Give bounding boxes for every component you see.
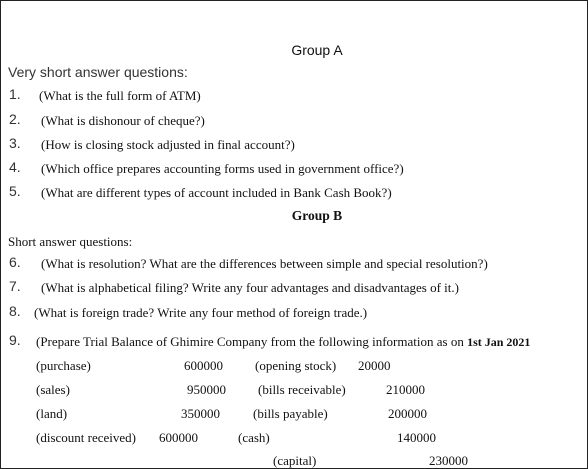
trial-balance-label: (discount received)	[36, 430, 136, 445]
question-date: 1st Jan 2021	[467, 335, 531, 349]
question-text: (How is closing stock adjusted in final …	[41, 137, 295, 152]
group-a-subtitle: Very short answer questions:	[8, 64, 188, 80]
trial-balance-label: (bills payable)	[253, 406, 328, 421]
trial-balance-value: 600000	[159, 430, 198, 445]
question-number: 7.	[9, 278, 21, 294]
question-text: (Which office prepares accounting forms …	[41, 161, 404, 176]
trial-balance-label: (cash)	[238, 430, 270, 445]
trial-balance-value: 600000	[184, 358, 223, 373]
question-number: 8.	[9, 303, 21, 319]
question-number: 6.	[9, 254, 21, 270]
question-number: 3.	[9, 135, 21, 151]
question-text: (What is the full form of ATM)	[39, 88, 201, 103]
question-text: (What are different types of account inc…	[41, 185, 392, 200]
question-number: 5.	[9, 183, 21, 199]
question-text-main: (Prepare Trial Balance of Ghimire Compan…	[36, 334, 468, 349]
question-number: 9.	[9, 332, 21, 348]
question-text: (What is alphabetical filing? Write any …	[41, 280, 459, 295]
group-b-title: Group B	[291, 208, 343, 223]
trial-balance-label: (capital)	[273, 453, 317, 468]
trial-balance-label: (purchase)	[36, 358, 91, 373]
trial-balance-value: 200000	[388, 406, 427, 421]
trial-balance-value: 20000	[358, 358, 391, 373]
trial-balance-label: (bills receivable)	[258, 382, 346, 397]
trial-balance-value: 140000	[397, 430, 436, 445]
group-b-subtitle: Short answer questions:	[8, 234, 133, 249]
question-text: (What is foreign trade? Write any four m…	[34, 305, 368, 320]
trial-balance-value: 210000	[386, 382, 425, 397]
question-text: (What is dishonour of cheque?)	[41, 113, 205, 128]
trial-balance-label: (opening stock)	[255, 358, 337, 373]
trial-balance-label: (sales)	[36, 382, 70, 397]
trial-balance-value: 950000	[187, 382, 226, 397]
question-number: 1.	[9, 86, 21, 102]
document-frame: Group A Very short answer questions: 1. …	[0, 0, 588, 469]
trial-balance-value: 230000	[429, 453, 468, 468]
question-text: (Prepare Trial Balance of Ghimire Compan…	[36, 334, 530, 350]
trial-balance-label: (land)	[36, 406, 68, 421]
group-a-title: Group A	[291, 42, 343, 58]
question-number: 2.	[9, 111, 21, 127]
question-number: 4.	[9, 159, 21, 175]
question-text: (What is resolution? What are the differ…	[41, 256, 488, 271]
trial-balance-value: 350000	[181, 406, 220, 421]
